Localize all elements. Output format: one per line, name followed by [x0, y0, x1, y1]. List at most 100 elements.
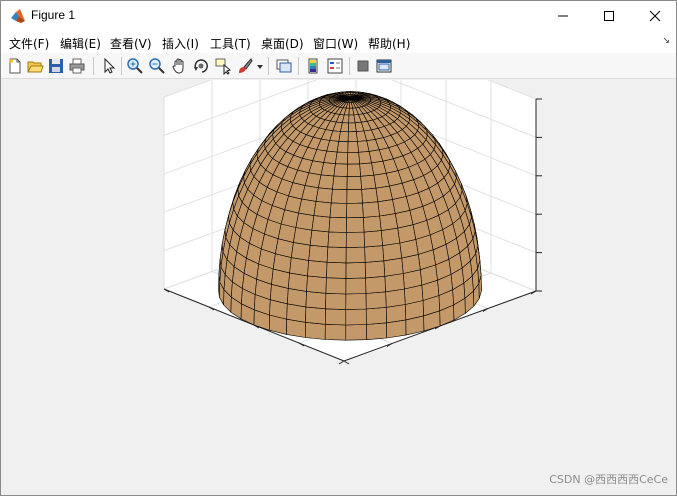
surface-patch — [362, 201, 380, 218]
hide-tools-icon[interactable] — [354, 57, 372, 75]
rotate-3d-icon[interactable] — [192, 57, 210, 75]
close-button[interactable] — [632, 1, 677, 31]
surface-patch — [301, 185, 319, 202]
surface-patch — [295, 212, 315, 231]
surface-patch — [361, 187, 379, 204]
surface-patch — [305, 306, 326, 325]
surface-patch — [340, 122, 350, 133]
surface-patch — [365, 322, 387, 341]
data-cursor-icon[interactable] — [214, 57, 232, 75]
surface-patch — [290, 242, 311, 261]
surface-patch — [347, 152, 360, 165]
dock-arrow-icon[interactable]: ↘ — [662, 36, 670, 46]
y-tick — [343, 360, 350, 365]
minimize-icon — [558, 15, 568, 17]
link-plot-icon[interactable] — [275, 57, 293, 75]
surface-patch — [346, 189, 363, 204]
surface-patch — [362, 215, 382, 233]
menu-file[interactable]: 文件(F) — [9, 35, 49, 52]
menu-window[interactable]: 窗口(W) — [313, 35, 358, 52]
surface-patch — [298, 198, 317, 216]
surface-patch — [380, 227, 401, 246]
toolbar-separator — [298, 57, 299, 75]
surface-patch — [289, 257, 310, 277]
surface-patch — [293, 227, 313, 246]
surface-patch — [305, 291, 327, 310]
select-arrow-icon[interactable] — [100, 57, 118, 75]
surface-patch — [346, 202, 364, 219]
surface-patch — [348, 114, 356, 124]
menu-insert[interactable]: 插入(I) — [162, 35, 199, 52]
minimize-button[interactable] — [540, 1, 586, 31]
surface-patch — [360, 174, 377, 190]
print-icon[interactable] — [68, 57, 86, 75]
surface-patch — [315, 187, 333, 204]
surface-patch — [346, 176, 362, 190]
surface-patch — [336, 141, 349, 153]
menu-view[interactable]: 查看(V) — [110, 35, 152, 52]
surface-patch — [325, 277, 347, 295]
surface-patch — [363, 230, 383, 248]
surface-patch — [333, 163, 348, 177]
surface-patch — [377, 199, 396, 217]
surface-patch — [338, 131, 349, 143]
surface-patch — [375, 185, 393, 203]
new-figure-icon[interactable] — [6, 57, 24, 75]
dock-icon[interactable] — [375, 57, 393, 75]
surface-patch — [348, 122, 357, 133]
surface-patch — [345, 293, 367, 310]
menu-edit[interactable]: 编辑(E) — [60, 35, 101, 52]
maximize-icon — [604, 11, 614, 21]
surface-patch — [345, 277, 367, 295]
zoom-in-icon[interactable] — [126, 57, 144, 75]
surface-patch — [345, 308, 367, 326]
surface-patch — [320, 162, 336, 177]
surface-patch — [345, 324, 367, 341]
surface-patch — [327, 231, 347, 248]
surface-patch — [345, 231, 365, 248]
menu-help[interactable]: 帮助(H) — [368, 35, 410, 52]
open-file-icon[interactable] — [26, 57, 44, 75]
surface-patch — [330, 188, 348, 204]
figure-window: Figure 1 文件(F) 编辑(E) 查看(V) 插入(I) 工具(T) 桌… — [0, 0, 677, 496]
figure-canvas[interactable]: Hemisphere CSDN @西西西西CeCe — [2, 80, 676, 495]
brush-dropdown-icon[interactable] — [256, 57, 264, 75]
menu-bar: 文件(F) 编辑(E) 查看(V) 插入(I) 工具(T) 桌面(D) 窗口(W… — [1, 31, 676, 53]
surface-patch — [365, 276, 386, 294]
save-icon[interactable] — [47, 57, 65, 75]
title-bar[interactable]: Figure 1 — [1, 1, 676, 31]
surface-patch — [346, 163, 361, 177]
surface-patch — [373, 173, 390, 189]
legend-icon[interactable] — [326, 57, 344, 75]
surface-patch — [329, 202, 348, 219]
surface-patch — [308, 244, 329, 263]
close-icon — [649, 10, 661, 22]
surface-patch — [313, 201, 332, 218]
brush-icon[interactable] — [236, 57, 254, 75]
surface-patch — [346, 217, 365, 233]
surface-patch — [324, 324, 347, 341]
surface-patch — [328, 216, 347, 233]
pan-icon[interactable] — [170, 57, 188, 75]
menu-tools[interactable]: 工具(T) — [210, 35, 251, 52]
axes-3d[interactable] — [2, 80, 676, 495]
surface-patch — [332, 175, 348, 190]
surface-patch — [348, 107, 355, 116]
surface-patch — [306, 275, 327, 294]
surface-patch — [364, 245, 385, 263]
surface-patch — [335, 151, 349, 165]
surface-patch — [311, 215, 331, 233]
surface-patch — [382, 242, 403, 262]
surface-patch — [326, 246, 347, 264]
colorbar-icon[interactable] — [304, 57, 322, 75]
surface-patch — [358, 151, 372, 165]
surface-patch — [385, 288, 406, 308]
surface-patch — [365, 307, 387, 325]
menu-desktop[interactable]: 桌面(D) — [261, 35, 304, 52]
x-tick — [338, 360, 345, 365]
toolbar-separator — [349, 57, 350, 75]
maximize-button[interactable] — [586, 1, 632, 31]
zoom-out-icon[interactable] — [148, 57, 166, 75]
surface-patch — [365, 291, 387, 310]
matlab-logo-icon — [11, 9, 25, 23]
